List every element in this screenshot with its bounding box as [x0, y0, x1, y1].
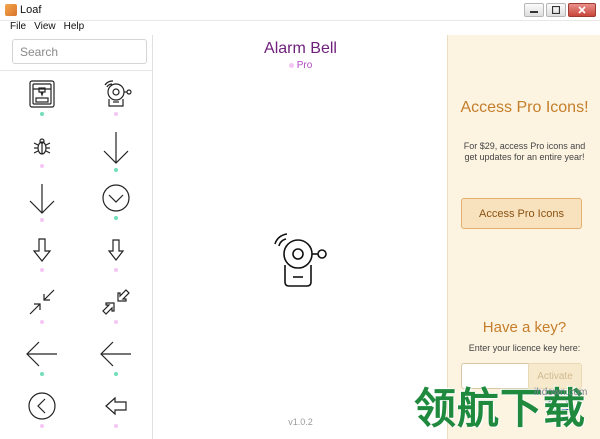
- maximize-icon: [552, 6, 560, 14]
- pro-badge: Pro: [154, 60, 447, 71]
- icon-cell-arrows-collapse-outline[interactable]: [86, 287, 146, 337]
- alarm-bell-icon: [104, 80, 132, 107]
- icon-cell-arrow-left-outline[interactable]: [86, 391, 146, 439]
- arrow-down-circle-icon: [102, 184, 130, 212]
- status-dot: [40, 268, 44, 272]
- arrow-left-circle-icon: [28, 392, 56, 420]
- promo-description: For $29, access Pro icons and get update…: [463, 141, 586, 162]
- status-dot: [40, 218, 44, 222]
- icon-cell-arrow-left[interactable]: [12, 339, 72, 389]
- icon-cell-alarm-bell[interactable]: [86, 79, 146, 129]
- status-dot: [114, 268, 118, 272]
- arrow-down-outline-small-icon: [107, 239, 125, 261]
- arrow-left-long-icon: [100, 341, 131, 367]
- status-dot: [114, 320, 118, 324]
- arrow-left-icon: [26, 341, 57, 367]
- arrows-collapse-icon: [29, 289, 55, 315]
- menu-help[interactable]: Help: [60, 21, 89, 35]
- window-title: Loaf: [20, 4, 42, 16]
- minimize-button[interactable]: [524, 3, 544, 17]
- status-dot: [40, 320, 44, 324]
- menu-view[interactable]: View: [30, 21, 60, 35]
- key-description: Enter your licence key here:: [468, 343, 581, 353]
- arrow-down-outline-icon: [32, 238, 52, 262]
- access-pro-button[interactable]: Access Pro Icons: [461, 198, 582, 229]
- icon-cell-arrows-collapse[interactable]: [12, 287, 72, 337]
- icon-cell-arrow-left-circle[interactable]: [12, 391, 72, 439]
- watermark-domain: ihdown.com: [534, 387, 588, 398]
- arrow-down-icon: [103, 132, 129, 164]
- close-icon: [578, 6, 586, 14]
- status-dot: [40, 424, 44, 428]
- maximize-button[interactable]: [546, 3, 566, 17]
- title-bar: Loaf: [0, 0, 600, 21]
- menu-file[interactable]: File: [6, 21, 30, 35]
- search-input[interactable]: [12, 39, 147, 64]
- icon-cell-arrow-down-outline-small[interactable]: [86, 235, 146, 285]
- app-icon: [5, 4, 17, 16]
- icon-cell-arrow-down[interactable]: [86, 131, 146, 181]
- pro-promo-panel: Access Pro Icons! For $29, access Pro ic…: [447, 35, 600, 439]
- menu-bar: File View Help: [0, 21, 600, 35]
- promo-title: Access Pro Icons!: [460, 99, 589, 116]
- status-dot: [114, 168, 118, 172]
- window-controls: [524, 3, 596, 17]
- status-dot: [40, 164, 44, 168]
- pro-label: Pro: [296, 60, 313, 71]
- pro-dot: [288, 62, 294, 68]
- icon-cell-arrow-down-outline[interactable]: [12, 235, 72, 285]
- alarm-bell-preview-icon: [274, 233, 327, 287]
- status-dot: [114, 424, 118, 428]
- status-dot: [114, 216, 118, 220]
- status-dot: [114, 372, 118, 376]
- icon-cell-3d-printer[interactable]: [12, 79, 72, 129]
- search-bar: [0, 35, 152, 71]
- arrow-left-outline-icon: [105, 396, 127, 416]
- icon-sidebar: [0, 35, 153, 439]
- bug-icon: [33, 138, 51, 155]
- arrow-down-thin-icon: [29, 184, 55, 214]
- arrows-collapse-outline-icon: [102, 289, 130, 315]
- icon-preview-panel: Alarm Bell Pro v1.0.2: [154, 35, 447, 439]
- 3d-printer-icon: [29, 80, 55, 108]
- watermark: 领航下载 ihdown.com: [414, 381, 598, 437]
- status-dot: [40, 372, 44, 376]
- key-title: Have a key?: [482, 319, 567, 336]
- icon-cell-bug[interactable]: [12, 131, 72, 181]
- icon-cell-arrow-down-thin[interactable]: [12, 183, 72, 233]
- status-dot: [40, 112, 44, 116]
- icon-title: Alarm Bell: [264, 40, 337, 57]
- close-button[interactable]: [568, 3, 596, 17]
- version-label: v1.0.2: [288, 417, 313, 427]
- icon-cell-arrow-left-long[interactable]: [86, 339, 146, 389]
- minimize-icon: [530, 11, 538, 13]
- icon-cell-arrow-down-circle[interactable]: [86, 183, 146, 233]
- status-dot: [114, 112, 118, 116]
